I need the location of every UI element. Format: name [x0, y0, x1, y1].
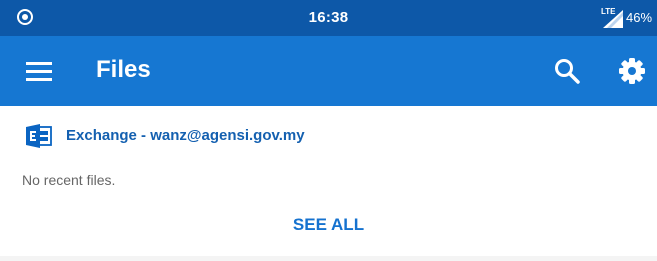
exchange-account-label: Exchange - wanz@agensi.gov.my: [66, 127, 305, 144]
settings-icon[interactable]: [618, 57, 646, 85]
exchange-icon: [26, 124, 52, 148]
menu-icon[interactable]: [26, 61, 52, 81]
empty-state-text: No recent files.: [22, 172, 116, 188]
page-title: Files: [96, 56, 151, 83]
recent-files-card: Exchange - wanz@agensi.gov.my No recent …: [0, 106, 657, 256]
status-bar: 16:38 LTE 46%: [0, 0, 657, 36]
app-bar: Files: [0, 36, 657, 106]
see-all-button[interactable]: SEE ALL: [0, 215, 657, 235]
status-time: 16:38: [308, 9, 349, 26]
battery-level: 46%: [626, 10, 653, 25]
search-icon[interactable]: [554, 58, 580, 84]
signal-icon: [603, 10, 623, 28]
